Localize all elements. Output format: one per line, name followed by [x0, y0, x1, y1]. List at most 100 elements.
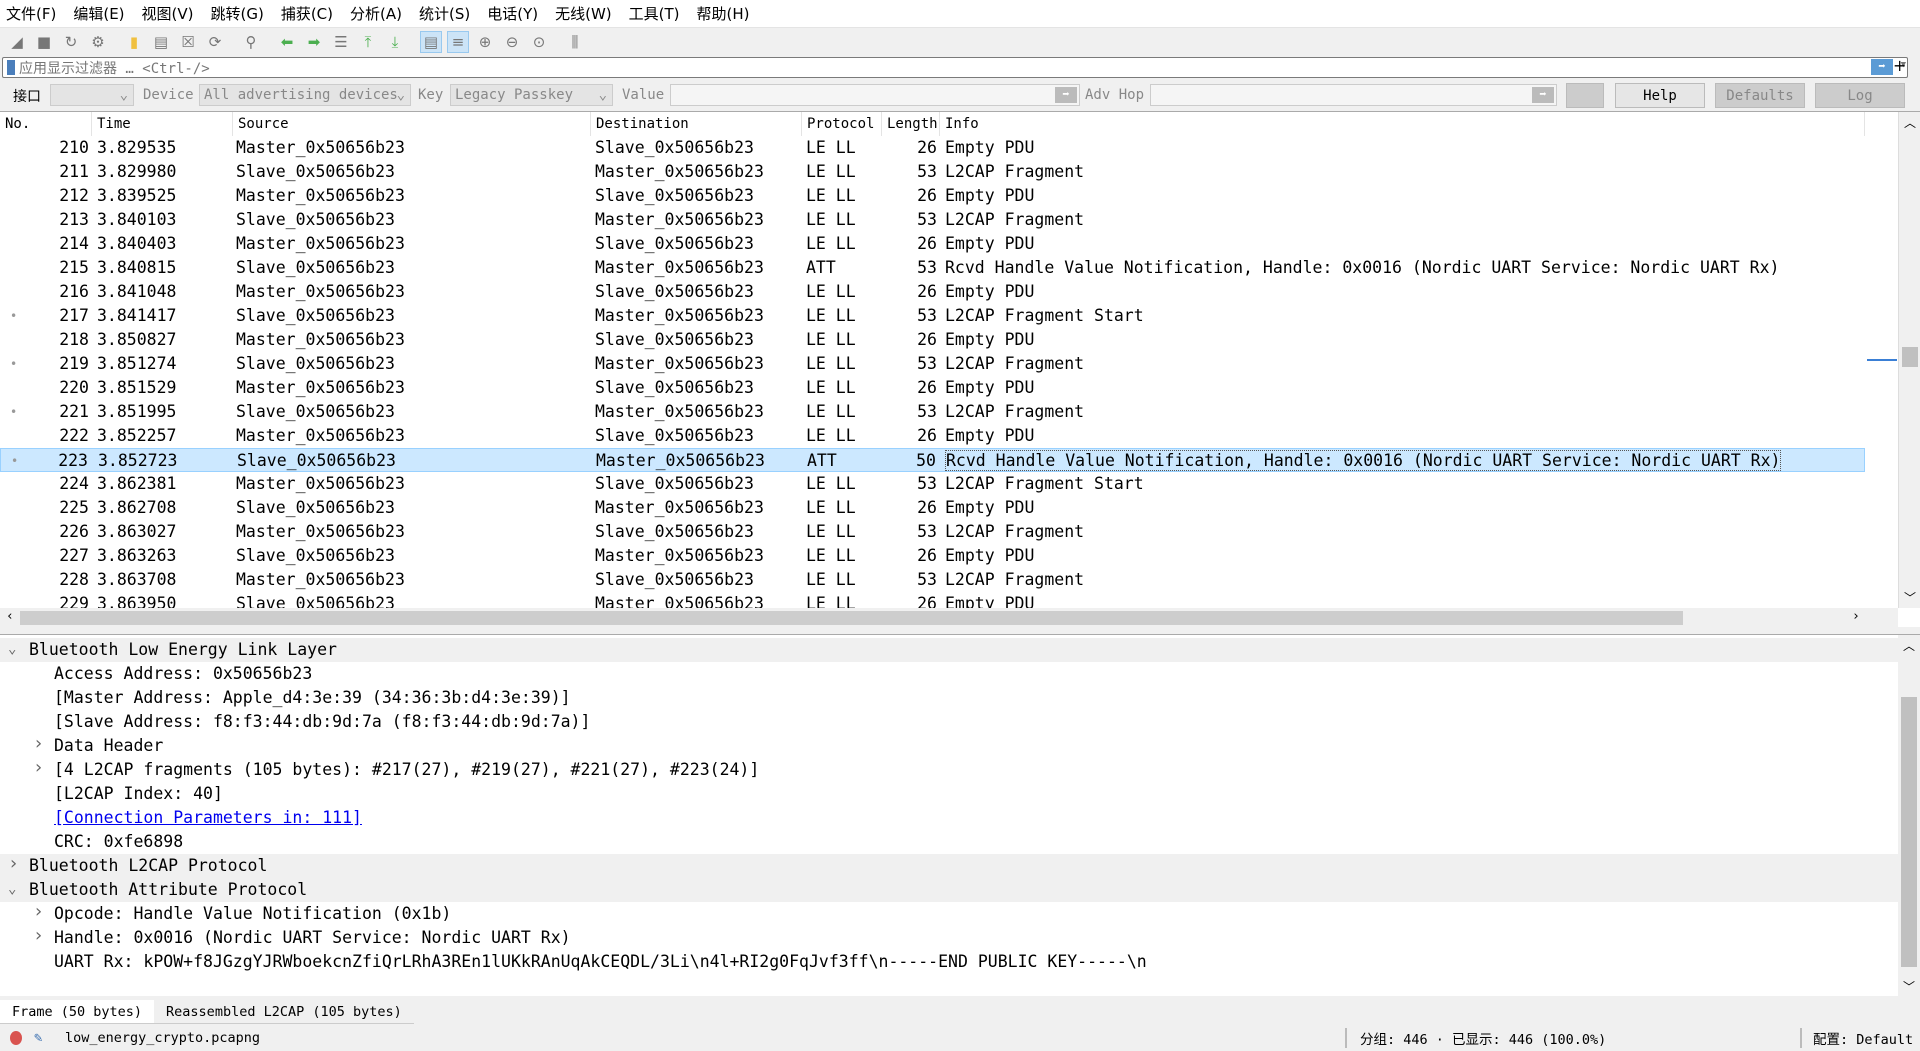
capture-status-icon[interactable] — [10, 1031, 22, 1045]
apply-filter-icon[interactable]: ➡ — [1871, 59, 1893, 75]
packet-row[interactable]: • 217 3.841417 Slave_0x50656b23 Master_0x506… — [0, 304, 1865, 328]
start-capture-icon[interactable]: ◢ — [6, 31, 28, 53]
menu-item[interactable]: 编辑(E) — [73, 3, 124, 24]
chevron-down-icon[interactable]: ⌄ — [8, 641, 16, 657]
packet-row[interactable]: • 221 3.851995 Slave_0x50656b23 Master_0x506… — [0, 400, 1865, 424]
zoom-out-icon[interactable]: ⊖ — [501, 31, 523, 53]
menu-item[interactable]: 无线(W) — [555, 3, 612, 24]
log-button[interactable]: Log — [1815, 83, 1905, 108]
menu-item[interactable]: 跳转(G) — [211, 3, 264, 24]
column-header-info[interactable]: Info — [940, 112, 1865, 136]
detail-field[interactable]: › Data Header — [0, 733, 1898, 758]
chevron-right-icon[interactable]: › — [33, 757, 44, 778]
packet-row[interactable]: 214 3.840403 Master_0x50656b23 Slave_0x5065… — [0, 232, 1865, 256]
comment-icon[interactable]: ✎ — [34, 1030, 42, 1046]
go-first-icon[interactable]: ⤒ — [357, 31, 379, 53]
packet-row[interactable]: 212 3.839525 Master_0x50656b23 Slave_0x5065… — [0, 184, 1865, 208]
chevron-right-icon[interactable]: › — [33, 733, 44, 754]
scroll-down-icon[interactable]: ﹀ — [1904, 589, 1916, 606]
detail-field[interactable]: › [4 L2CAP fragments (105 bytes): #217(27… — [0, 757, 1898, 782]
reload-file-icon[interactable]: ⟳ — [204, 31, 226, 53]
chevron-right-icon[interactable]: › — [33, 925, 44, 946]
packet-row[interactable]: 218 3.850827 Master_0x50656b23 Slave_0x5065… — [0, 328, 1865, 352]
details-vscrollbar[interactable]: ︿ ﹀ — [1898, 635, 1920, 996]
detail-field[interactable]: [Connection Parameters in: 111] — [0, 806, 1898, 830]
chevron-right-icon[interactable]: › — [33, 901, 44, 922]
detail-field[interactable]: › Opcode: Handle Value Notification (0x1b… — [0, 901, 1898, 926]
detail-link[interactable]: [Connection Parameters in: 111] — [54, 808, 362, 827]
detail-section[interactable]: ⌄ Bluetooth Low Energy Link Layer — [0, 638, 1898, 662]
packet-row[interactable]: 213 3.840103 Slave_0x50656b23 Master_0x5065… — [0, 208, 1865, 232]
go-forward-icon[interactable]: ➡ — [303, 31, 325, 53]
capture-options-icon[interactable]: ⚙ — [87, 31, 109, 53]
packet-row[interactable]: 226 3.863027 Master_0x50656b23 Slave_0x5065… — [0, 520, 1865, 544]
display-filter-input[interactable]: 应用显示过滤器 … <Ctrl-/> ➡ ▼ — [2, 57, 1908, 78]
detail-field[interactable]: UART Rx: kPOW+f8JGzgYJRWboekcnZfiQrLRhA3… — [0, 950, 1898, 974]
column-header-source[interactable]: Source — [233, 112, 591, 136]
menu-item[interactable]: 统计(S) — [419, 3, 470, 24]
scroll-down-icon[interactable]: ﹀ — [1903, 978, 1915, 995]
packet-row[interactable]: 210 3.829535 Master_0x50656b23 Slave_0x5065… — [0, 136, 1865, 160]
find-packet-icon[interactable]: ⚲ — [240, 31, 262, 53]
add-filter-button[interactable]: + — [1893, 56, 1906, 75]
adv-hop-input[interactable]: ➡ — [1150, 84, 1557, 106]
packet-row[interactable]: 211 3.829980 Slave_0x50656b23 Master_0x5065… — [0, 160, 1865, 184]
packet-row[interactable]: 224 3.862381 Master_0x50656b23 Slave_0x5065… — [0, 472, 1865, 496]
packet-row[interactable]: 227 3.863263 Slave_0x50656b23 Master_0x5065… — [0, 544, 1865, 568]
packet-row[interactable]: 225 3.862708 Slave_0x50656b23 Master_0x5065… — [0, 496, 1865, 520]
auto-scroll-icon[interactable]: ▤ — [420, 30, 442, 53]
detail-field[interactable]: CRC: 0xfe6898 — [0, 830, 1898, 854]
stop-capture-icon[interactable]: ■ — [33, 31, 55, 53]
zoom-in-icon[interactable]: ⊕ — [474, 31, 496, 53]
tab-reassembled[interactable]: Reassembled L2CAP (105 bytes) — [154, 1000, 414, 1024]
detail-field[interactable]: Access Address: 0x50656b23 — [0, 662, 1898, 686]
menu-item[interactable]: 分析(A) — [350, 3, 402, 24]
bookmark-icon[interactable] — [7, 60, 15, 75]
detail-field[interactable]: [L2CAP Index: 40] — [0, 782, 1898, 806]
column-header-time[interactable]: Time — [92, 112, 233, 136]
key-select[interactable]: Legacy Passkey ⌄ — [450, 84, 613, 106]
scroll-up-icon[interactable]: ︿ — [1904, 114, 1916, 131]
menu-item[interactable]: 工具(T) — [629, 3, 680, 24]
chevron-down-icon[interactable]: ⌄ — [8, 881, 16, 897]
detail-field[interactable]: [Master Address: Apple_d4:3e:39 (34:36:3… — [0, 686, 1898, 710]
tab-frame[interactable]: Frame (50 bytes) — [0, 1000, 155, 1024]
chevron-right-icon[interactable]: › — [8, 853, 19, 874]
menu-item[interactable]: 帮助(H) — [697, 3, 750, 24]
zoom-normal-icon[interactable]: ⊙ — [528, 31, 550, 53]
column-header-length[interactable]: Length — [882, 112, 940, 136]
packet-list-vscrollbar[interactable]: ︿ ﹀ — [1898, 112, 1920, 608]
packet-row[interactable]: 216 3.841048 Master_0x50656b23 Slave_0x5065… — [0, 280, 1865, 304]
column-header-no[interactable]: No. — [0, 112, 92, 136]
packet-row[interactable]: 228 3.863708 Master_0x50656b23 Slave_0x5065… — [0, 568, 1865, 592]
packet-row[interactable]: • 223 3.852723 Slave_0x50656b23 Master_0x506… — [0, 448, 1865, 472]
packet-row[interactable]: 215 3.840815 Slave_0x50656b23 Master_0x5065… — [0, 256, 1865, 280]
menu-item[interactable]: 电话(Y) — [487, 3, 538, 24]
close-file-icon[interactable]: ☒ — [177, 31, 199, 53]
packet-row[interactable]: 222 3.852257 Master_0x50656b23 Slave_0x5065… — [0, 424, 1865, 448]
scroll-right-icon[interactable]: › — [1852, 609, 1860, 624]
help-button[interactable]: Help — [1615, 83, 1705, 108]
interface-select[interactable]: ⌄ — [50, 84, 134, 106]
column-header-destination[interactable]: Destination — [591, 112, 802, 136]
open-file-icon[interactable]: ▮ — [123, 31, 145, 53]
packet-list-hscrollbar[interactable]: ‹ › — [0, 608, 1898, 627]
hscroll-thumb[interactable] — [20, 611, 1683, 625]
apply-arrow-icon[interactable]: ➡ — [1055, 87, 1077, 103]
menu-item[interactable]: 文件(F) — [6, 3, 56, 24]
detail-section[interactable]: ⌄ Bluetooth Attribute Protocol — [0, 878, 1898, 902]
value-input[interactable]: ➡ — [670, 84, 1080, 106]
save-file-icon[interactable]: ▤ — [150, 31, 172, 53]
device-select[interactable]: All advertising devices ⌄ — [199, 84, 411, 106]
detail-section[interactable]: › Bluetooth L2CAP Protocol — [0, 853, 1898, 878]
go-to-packet-icon[interactable]: ☰ — [330, 31, 352, 53]
detail-field[interactable]: [Slave Address: f8:f3:44:db:9d:7a (f8:f3… — [0, 710, 1898, 734]
menu-item[interactable]: 捕获(C) — [281, 3, 333, 24]
colorize-icon[interactable]: ≡ — [447, 30, 469, 53]
menu-item[interactable]: 视图(V) — [142, 3, 194, 24]
restart-capture-icon[interactable]: ↻ — [60, 31, 82, 53]
scroll-left-icon[interactable]: ‹ — [6, 609, 14, 624]
detail-field[interactable]: › Handle: 0x0016 (Nordic UART Service: No… — [0, 925, 1898, 950]
defaults-button[interactable]: Defaults — [1715, 83, 1805, 108]
go-back-icon[interactable]: ⬅ — [276, 31, 298, 53]
